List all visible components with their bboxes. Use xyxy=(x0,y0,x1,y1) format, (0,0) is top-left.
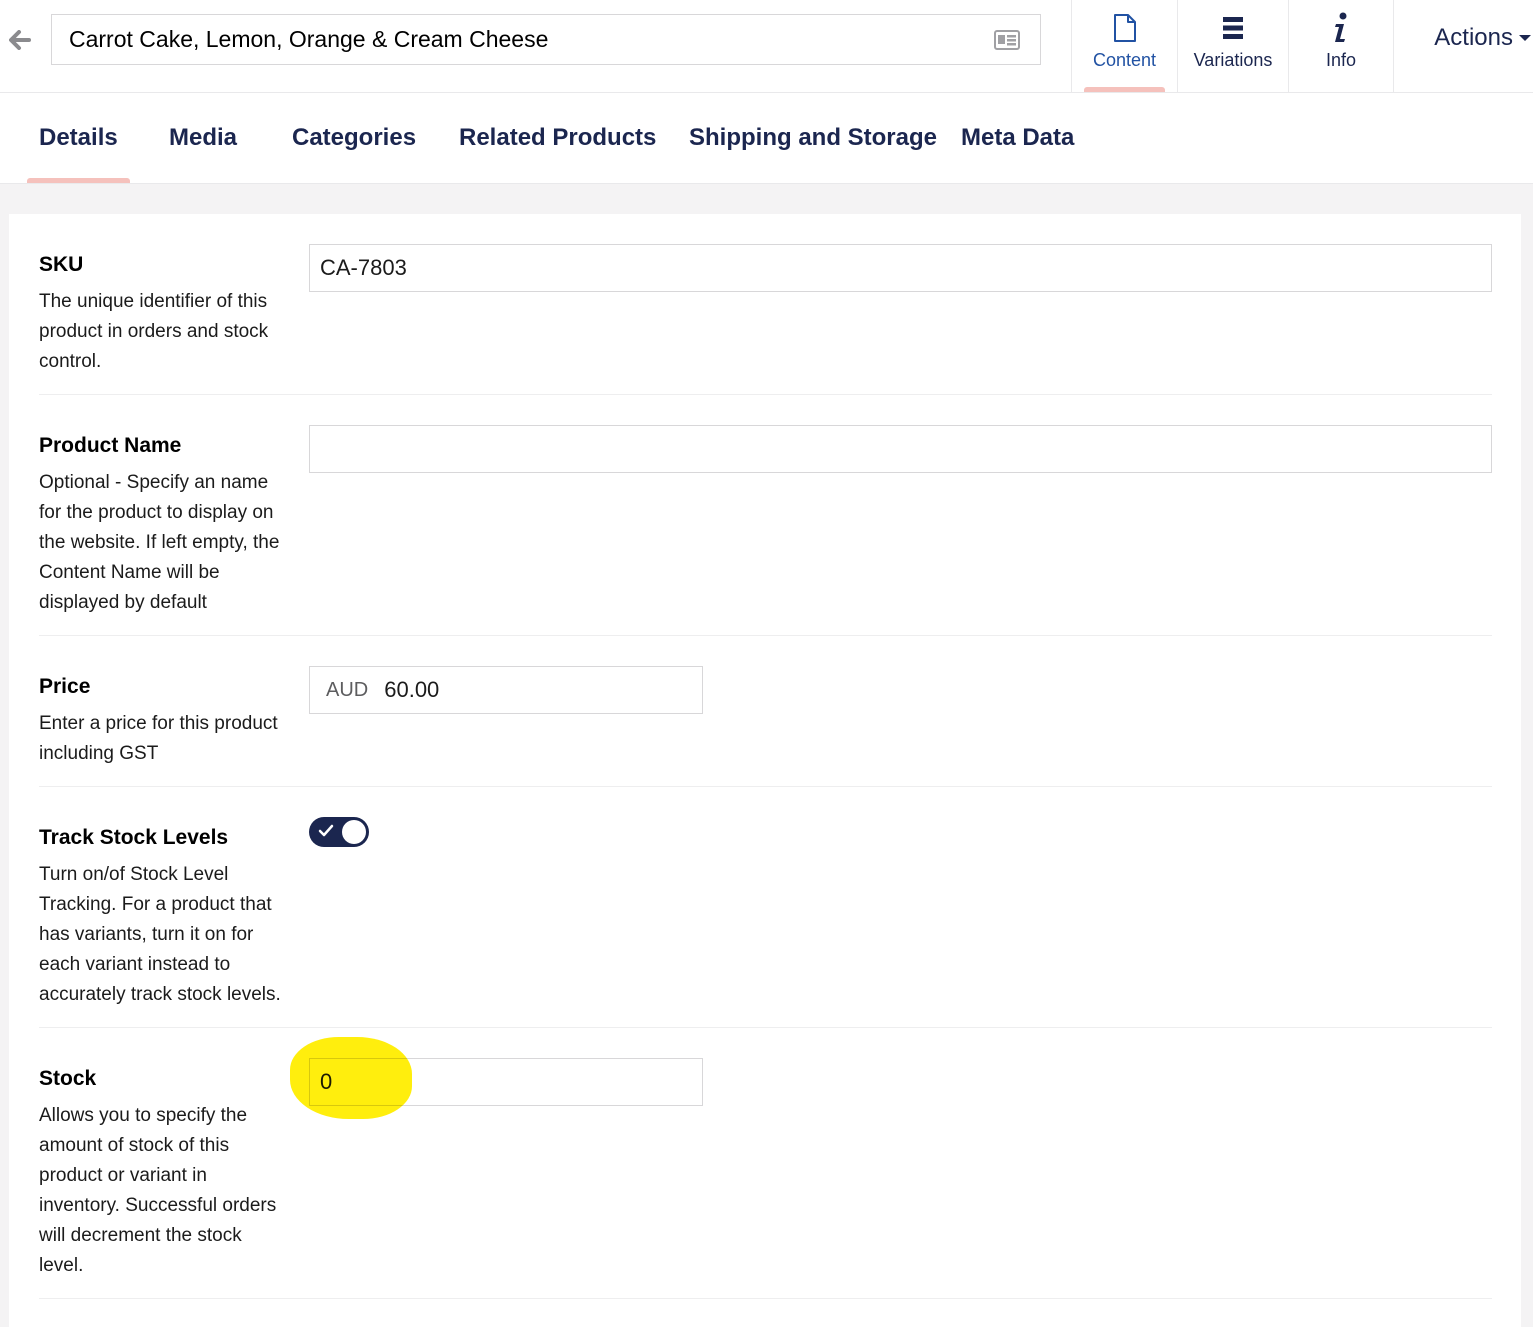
price-input[interactable] xyxy=(376,667,702,713)
content-name-input[interactable] xyxy=(52,15,982,64)
stock-property: Stock Allows you to specify the amount o… xyxy=(39,1058,1492,1299)
active-tab-indicator xyxy=(1084,87,1165,92)
price-label: Price xyxy=(39,675,91,698)
arrow-left-icon xyxy=(9,30,31,50)
active-subtab-indicator xyxy=(27,178,130,183)
product-name-property: Product Name Optional - Specify an name … xyxy=(39,425,1492,636)
app-tab-info[interactable]: Info xyxy=(1288,0,1393,92)
actions-dropdown[interactable]: Actions xyxy=(1393,0,1533,92)
subtab-details[interactable]: Details xyxy=(27,93,130,183)
subtab-label: Meta Data xyxy=(961,124,1075,151)
subtab-meta-data[interactable]: Meta Data xyxy=(961,93,1074,183)
app-tab-label: Variations xyxy=(1193,50,1273,70)
list-icon xyxy=(1223,17,1243,39)
sku-description: The unique identifier of this product in… xyxy=(39,291,269,372)
track-stock-description: Turn on/of Stock Level Tracking. For a p… xyxy=(39,864,281,1005)
document-icon xyxy=(1113,14,1136,42)
sku-property: SKU The unique identifier of this produc… xyxy=(39,244,1492,395)
toggle-knob xyxy=(342,820,366,844)
track-stock-label: Track Stock Levels xyxy=(39,826,229,849)
subtab-label: Related Products xyxy=(459,124,657,151)
info-icon xyxy=(1335,12,1347,42)
content-subtabs: Details Media Categories Related Product… xyxy=(0,93,1533,184)
subtab-label: Media xyxy=(169,124,238,151)
price-field: AUD xyxy=(309,666,703,714)
product-name-description: Optional - Specify an name for the produ… xyxy=(39,472,280,613)
track-stock-toggle[interactable] xyxy=(309,817,369,847)
actions-label: Actions xyxy=(1434,24,1513,51)
product-name-input[interactable] xyxy=(310,426,1491,472)
app-tab-label: Info xyxy=(1325,50,1357,70)
app-tab-content[interactable]: Content xyxy=(1071,0,1177,92)
price-description: Enter a price for this product including… xyxy=(39,713,278,764)
product-name-field xyxy=(309,425,1492,473)
stock-description: Allows you to specify the amount of stoc… xyxy=(39,1105,277,1276)
track-stock-property: Track Stock Levels Turn on/of Stock Leve… xyxy=(39,817,1492,1028)
back-button[interactable] xyxy=(6,26,34,54)
sku-input[interactable] xyxy=(310,245,1491,291)
caret-down-icon xyxy=(1519,35,1531,41)
subtab-media[interactable]: Media xyxy=(169,93,237,183)
sku-field xyxy=(309,244,1492,292)
editor-header: Content Variations Info Actions xyxy=(0,0,1533,93)
stock-label: Stock xyxy=(39,1067,97,1090)
subtab-label: Categories xyxy=(292,124,417,151)
subtab-shipping-and-storage[interactable]: Shipping and Storage xyxy=(689,93,937,183)
subtab-label: Shipping and Storage xyxy=(689,124,938,151)
annotation-highlight xyxy=(290,1037,412,1119)
check-icon xyxy=(318,824,334,837)
subtab-label: Details xyxy=(39,124,118,151)
price-property: Price Enter a price for this product inc… xyxy=(39,666,1492,787)
subtab-related-products[interactable]: Related Products xyxy=(459,93,656,183)
subtab-categories[interactable]: Categories xyxy=(292,93,416,183)
details-panel: SKU The unique identifier of this produc… xyxy=(9,214,1521,1327)
sku-label: SKU xyxy=(39,253,84,276)
app-tab-variations[interactable]: Variations xyxy=(1177,0,1288,92)
content-name-field xyxy=(51,14,1041,65)
product-name-label: Product Name xyxy=(39,434,182,457)
currency-label: AUD xyxy=(326,678,369,701)
app-tab-label: Content xyxy=(1092,50,1157,70)
id-card-icon[interactable] xyxy=(994,28,1020,52)
